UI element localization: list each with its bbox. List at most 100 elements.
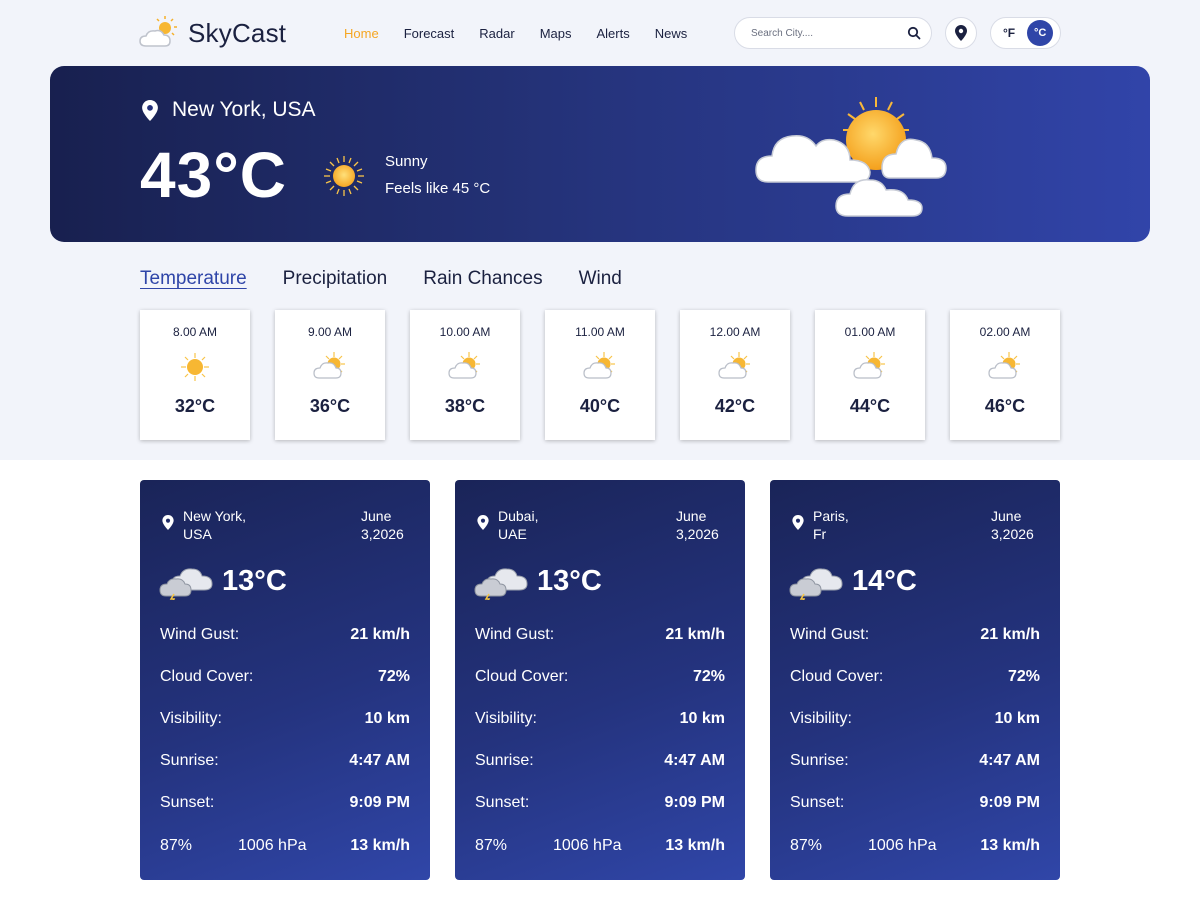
date-month: June: [361, 508, 392, 524]
sunset-value: 9:09 PM: [349, 794, 410, 811]
city-location: Dubai, UAE: [498, 507, 618, 543]
sunset-label: Sunset:: [790, 794, 845, 811]
hero-condition: Sunny: [385, 153, 428, 170]
hourly-time: 01.00 AM: [844, 325, 896, 339]
hourly-card[interactable]: 10.00 AM 38°C: [410, 310, 520, 440]
wind-gust-label: Wind Gust:: [790, 626, 870, 643]
date-day-year: 3,2026: [991, 526, 1034, 542]
cloud-cover-row: Cloud Cover: 72%: [790, 668, 1040, 686]
main-nav: Home Forecast Radar Maps Alerts News: [344, 26, 712, 41]
partly-cloudy-icon: [718, 352, 750, 379]
sunset-label: Sunset:: [475, 794, 530, 811]
sunrise-label: Sunrise:: [475, 752, 534, 769]
city-weather-card[interactable]: Paris, Fr June 3,2026 14°C Wind Gust: 21…: [770, 480, 1060, 880]
date-month: June: [991, 508, 1022, 524]
current-weather-banner: New York, USA 43°C Sunny Feels like 45 °…: [50, 66, 1150, 242]
city-weather-card[interactable]: Dubai, UAE June 3,2026 13°C Wind Gust: 2…: [455, 480, 745, 880]
cloud-cover-value: 72%: [377, 668, 410, 685]
logo[interactable]: SkyCast: [138, 16, 286, 50]
wind-gust-value: 21 km/h: [350, 626, 410, 643]
hourly-card[interactable]: 11.00 AM 40°C: [545, 310, 655, 440]
wind-speed-value: 13 km/h: [350, 837, 410, 854]
sun-icon: [181, 353, 209, 381]
visibility-row: Visibility: 10 km: [790, 710, 1040, 728]
hourly-time: 11.00 AM: [575, 325, 625, 339]
wind-gust-value: 21 km/h: [980, 626, 1040, 643]
cloud-cover-value: 72%: [692, 668, 725, 685]
unit-toggle: °F °C: [990, 17, 1061, 49]
sunrise-row: Sunrise: 4:47 AM: [160, 752, 410, 770]
cloud-sun-logo-icon: [139, 16, 177, 47]
nav-forecast[interactable]: Forecast: [404, 26, 455, 41]
cloud-cover-label: Cloud Cover:: [475, 668, 569, 685]
hourly-time: 02.00 AM: [979, 325, 1031, 339]
hourly-card[interactable]: 9.00 AM 36°C: [275, 310, 385, 440]
hero-temperature: 43°C: [140, 139, 287, 211]
hourly-card[interactable]: 8.00 AM 32°C: [140, 310, 250, 440]
hourly-temp: 42°C: [714, 396, 756, 416]
visibility-value: 10 km: [679, 710, 725, 727]
hourly-temp: 46°C: [984, 396, 1026, 416]
nav-home[interactable]: Home: [344, 26, 379, 41]
hourly-temp: 40°C: [579, 396, 621, 416]
celsius-toggle[interactable]: °C: [1027, 20, 1054, 46]
city-temperature: 13°C: [537, 565, 602, 597]
forecast-tabs: Temperature Precipitation Rain Chances W…: [140, 268, 658, 290]
nav-maps[interactable]: Maps: [540, 26, 572, 41]
visibility-label: Visibility:: [160, 710, 222, 727]
thunderstorm-icon: [159, 568, 213, 600]
date-day-year: 3,2026: [676, 526, 719, 542]
tab-precipitation[interactable]: Precipitation: [283, 268, 388, 290]
city-weather-card[interactable]: New York, USA June 3,2026 13°C Wind Gust…: [140, 480, 430, 880]
hero-location-text: New York, USA: [172, 98, 316, 121]
app-name: SkyCast: [188, 17, 287, 48]
nav-news[interactable]: News: [655, 26, 688, 41]
current-location-button[interactable]: [945, 17, 977, 49]
city-name: Dubai,: [498, 508, 539, 524]
city-country: UAE: [498, 526, 527, 542]
wind-gust-row: Wind Gust: 21 km/h: [160, 626, 410, 644]
partly-cloudy-icon: [313, 352, 345, 379]
wind-gust-label: Wind Gust:: [160, 626, 240, 643]
hourly-temp: 36°C: [309, 396, 351, 416]
sun-behind-clouds-illustration: [755, 97, 947, 217]
thunderstorm-icon: [789, 568, 843, 600]
hourly-card[interactable]: 01.00 AM 44°C: [815, 310, 925, 440]
hourly-forecast: 8.00 AM 32°C 9.00 AM 36°C 10.00 AM 38°C …: [140, 310, 1060, 440]
wind-speed-value: 13 km/h: [665, 837, 725, 854]
wind-gust-label: Wind Gust:: [475, 626, 555, 643]
pressure-value: 1006 hPa: [868, 837, 937, 854]
tab-rain-chances[interactable]: Rain Chances: [423, 268, 542, 290]
sunset-row: Sunset: 9:09 PM: [160, 794, 410, 812]
visibility-value: 10 km: [994, 710, 1040, 727]
sunset-value: 9:09 PM: [664, 794, 725, 811]
hourly-temp: 44°C: [849, 396, 891, 416]
header: SkyCast Home Forecast Radar Maps Alerts …: [0, 0, 1200, 66]
hourly-time: 9.00 AM: [307, 325, 353, 339]
tab-wind[interactable]: Wind: [579, 268, 622, 290]
cloud-cover-value: 72%: [1007, 668, 1040, 685]
sunrise-value: 4:47 AM: [664, 752, 725, 769]
date-day-year: 3,2026: [361, 526, 404, 542]
tab-temperature[interactable]: Temperature: [140, 268, 247, 290]
city-location: New York, USA: [183, 507, 303, 543]
nav-alerts[interactable]: Alerts: [596, 26, 629, 41]
hourly-time: 8.00 AM: [172, 325, 218, 339]
humidity-value: 87%: [160, 837, 193, 854]
nav-radar[interactable]: Radar: [479, 26, 514, 41]
location-pin-icon: [955, 25, 967, 41]
city-temperature: 14°C: [852, 565, 917, 597]
visibility-label: Visibility:: [475, 710, 537, 727]
humidity-value: 87%: [475, 837, 508, 854]
search-input[interactable]: [751, 27, 907, 39]
hourly-card[interactable]: 02.00 AM 46°C: [950, 310, 1060, 440]
city-country: USA: [183, 526, 212, 542]
wind-gust-row: Wind Gust: 21 km/h: [475, 626, 725, 644]
pressure-value: 1006 hPa: [238, 837, 307, 854]
wind-speed-value: 13 km/h: [980, 837, 1040, 854]
sunrise-label: Sunrise:: [160, 752, 219, 769]
partly-cloudy-icon: [988, 352, 1020, 379]
fahrenheit-toggle[interactable]: °F: [1003, 26, 1015, 40]
search-icon[interactable]: [907, 26, 921, 40]
hourly-card[interactable]: 12.00 AM 42°C: [680, 310, 790, 440]
